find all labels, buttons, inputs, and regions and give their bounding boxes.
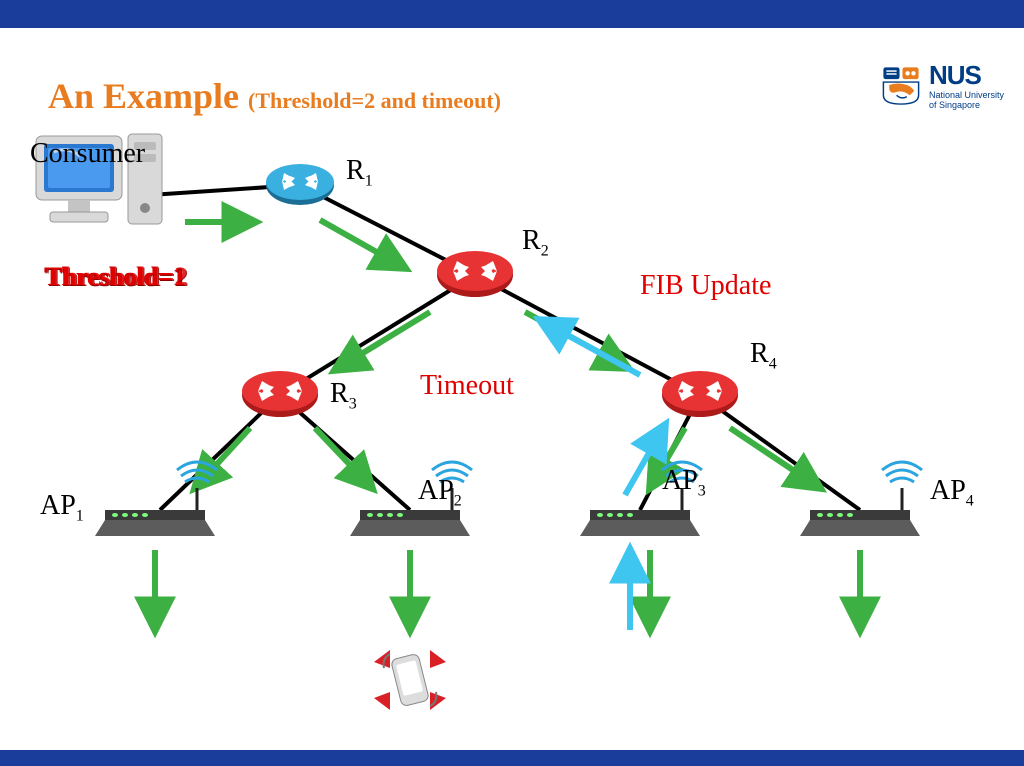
ap3-label: AP3 <box>662 465 706 501</box>
consumer-label: Consumer <box>30 138 145 170</box>
fib-update-label: FIB Update <box>640 270 771 302</box>
timeout-label: Timeout <box>420 370 514 402</box>
r4-label: R4 <box>750 338 777 374</box>
r3-label: R3 <box>330 378 357 414</box>
router-r1-icon <box>266 164 334 205</box>
router-r2-icon <box>437 251 513 297</box>
mobile-phone-icon <box>374 650 446 710</box>
r2-label: R2 <box>522 225 549 261</box>
ap2-label: AP2 <box>418 475 462 511</box>
ap4-icon <box>800 462 922 536</box>
threshold2-label: Threshold=2 <box>46 262 188 292</box>
ap1-label: AP1 <box>40 490 84 526</box>
router-r3-icon <box>242 371 318 417</box>
r1-label: R1 <box>346 155 373 191</box>
ap4-label: AP4 <box>930 475 974 511</box>
router-r4-icon <box>662 371 738 417</box>
